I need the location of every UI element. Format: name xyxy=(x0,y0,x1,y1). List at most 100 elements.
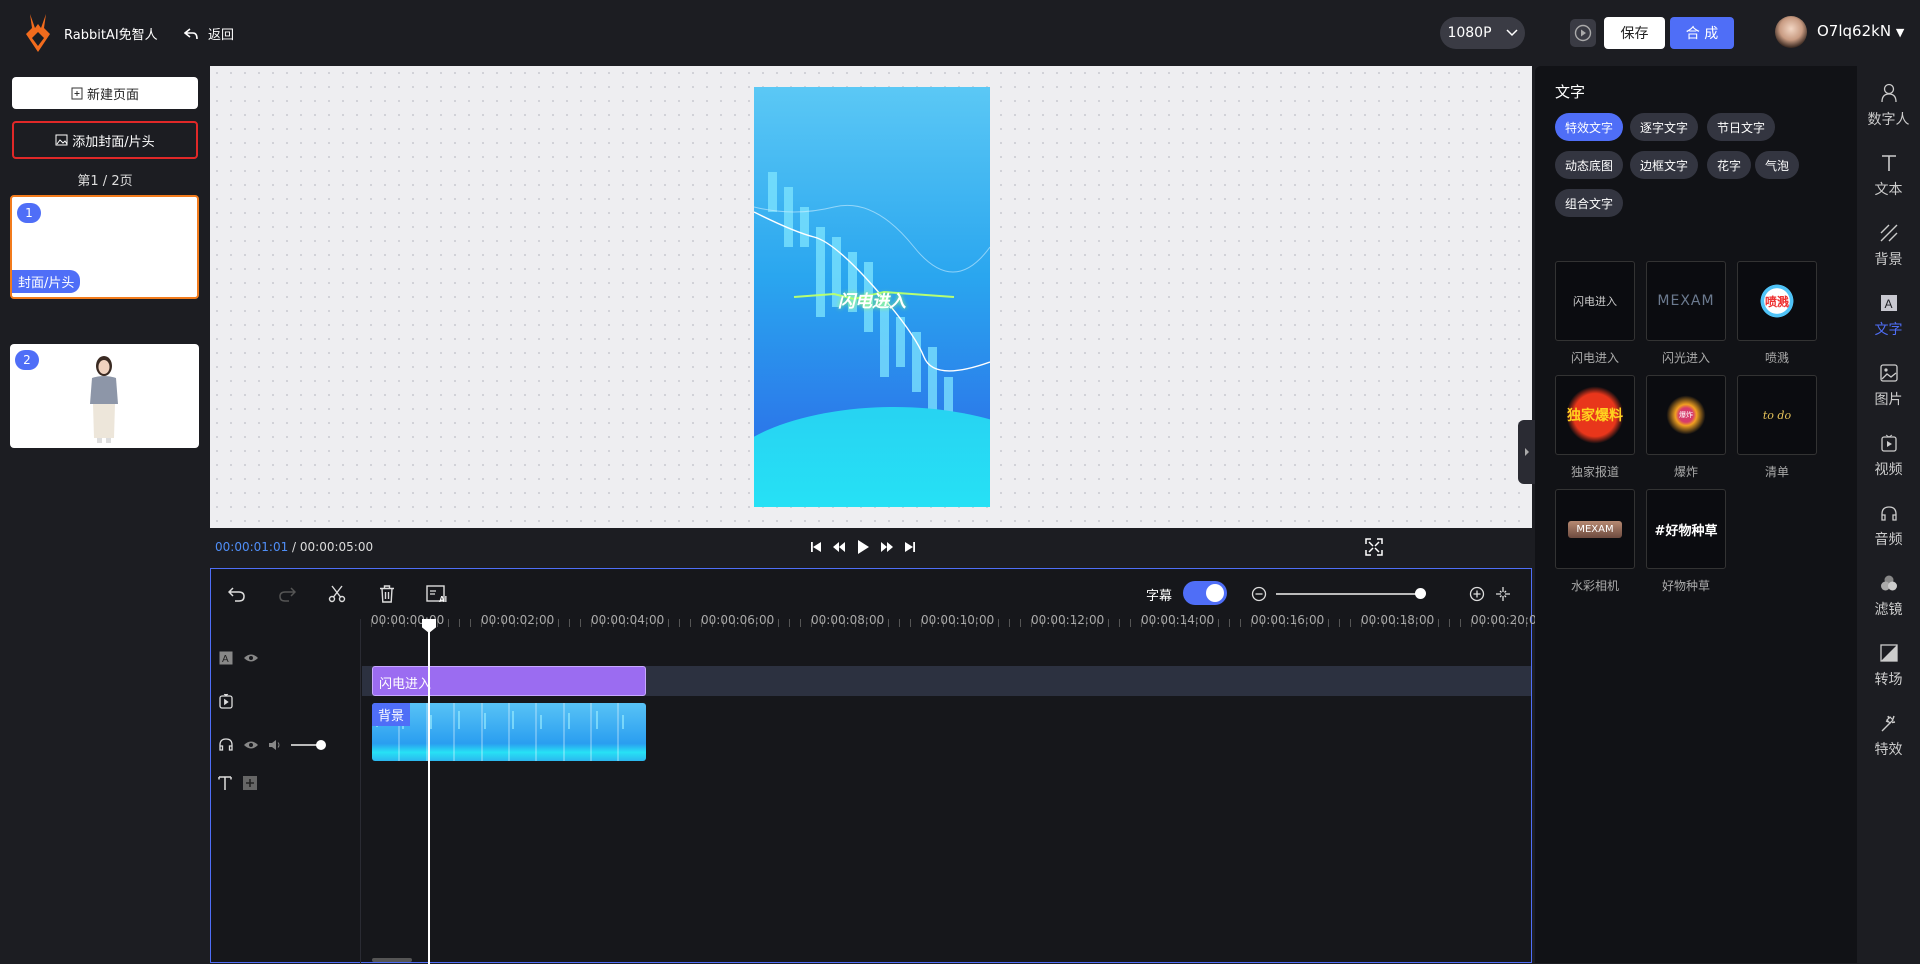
ruler-tick-label: 00:00:06:00 xyxy=(701,613,775,627)
nav-item-label: 特效 xyxy=(1874,742,1903,758)
nav-item-label: 文字 xyxy=(1874,322,1903,338)
step-back-icon[interactable] xyxy=(832,541,846,553)
text-clip[interactable]: 闪电进入 xyxy=(372,666,646,696)
resolution-select[interactable]: 1080P xyxy=(1440,17,1525,49)
effect-card-label: 独家报道 xyxy=(1570,465,1619,479)
video-title-text[interactable]: 闪电进入 xyxy=(754,287,990,312)
category-chip[interactable]: 逐字文字 xyxy=(1630,113,1699,141)
back-label: 返回 xyxy=(208,28,235,43)
page-thumbnail-2[interactable]: 2 xyxy=(10,344,199,448)
cover-tag: 封面/片头 xyxy=(12,270,81,293)
background-clip-frames xyxy=(376,703,624,761)
compose-button[interactable]: 合 成 xyxy=(1670,17,1734,49)
category-chip[interactable]: 动态底图 xyxy=(1555,151,1624,179)
add-text-track-icon[interactable] xyxy=(243,776,257,790)
current-time: 00:00:01:01 xyxy=(215,540,289,554)
category-chip[interactable]: 花字 xyxy=(1707,151,1752,179)
skip-end-icon[interactable] xyxy=(904,541,916,553)
volume-handle[interactable] xyxy=(316,740,326,750)
time-ruler[interactable]: 00:00:00:00 00:00:02:00 00:00:04:00 00:00:0… xyxy=(211,569,1544,659)
skip-start-icon[interactable] xyxy=(810,541,822,553)
nav-item-label: 转场 xyxy=(1874,672,1903,688)
category-chip[interactable]: 节日文字 xyxy=(1707,113,1776,141)
wave-shape xyxy=(754,407,990,507)
app-name: RabbitAI免智人 xyxy=(64,28,158,43)
nav-item[interactable]: 背景 xyxy=(1857,216,1920,276)
presenter-figure xyxy=(90,356,118,443)
back-button[interactable]: 返回 xyxy=(184,24,234,43)
effect-card[interactable]: 喷溅 xyxy=(1737,261,1817,341)
fullscreen-icon[interactable] xyxy=(1365,538,1383,556)
effect-card[interactable]: MEXAM xyxy=(1646,261,1726,341)
effect-card[interactable]: 独家爆料 xyxy=(1555,375,1635,455)
page-thumbnail-1[interactable]: 1 封面/片头 xyxy=(10,195,199,299)
nav-item[interactable]: 图片 xyxy=(1857,356,1920,416)
preview-play-button[interactable] xyxy=(1570,19,1596,47)
filter-icon xyxy=(1880,575,1897,591)
nav-item-label: 滤镜 xyxy=(1874,602,1903,618)
category-chip[interactable]: 气泡 xyxy=(1755,151,1800,179)
effect-card-label: 好物种草 xyxy=(1661,579,1710,593)
step-forward-icon[interactable] xyxy=(880,541,894,553)
panel-collapse-button[interactable] xyxy=(1518,420,1535,484)
effect-card[interactable]: 爆炸 xyxy=(1646,375,1726,455)
ruler-tick-label: 00:00:14:00 xyxy=(1141,613,1215,627)
nav-item[interactable]: 文本 xyxy=(1857,146,1920,206)
effect-card-label: 喷溅 xyxy=(1764,351,1789,365)
nav-item[interactable]: A 文字 xyxy=(1857,286,1920,346)
nav-item[interactable]: 转场 xyxy=(1857,636,1920,696)
nav-item[interactable]: 特效 xyxy=(1857,706,1920,766)
effect-preview-text: 爆炸 xyxy=(1661,390,1711,440)
page-count: 第1 / 2页 xyxy=(77,174,133,189)
back-arrow-icon xyxy=(184,27,198,39)
tool-nav: 数字人文本背景 A 文字图片视频音频滤镜转场特效 xyxy=(1857,66,1920,963)
volume-slider[interactable] xyxy=(291,744,319,746)
effect-card[interactable]: MEXAM xyxy=(1555,489,1635,569)
nav-item[interactable]: 音频 xyxy=(1857,496,1920,556)
category-chip[interactable]: 组合文字 xyxy=(1555,189,1624,217)
ruler-tick-label: 00:00:10:00 xyxy=(921,613,995,627)
effect-card[interactable]: to do xyxy=(1737,375,1817,455)
effect-card[interactable]: 闪电进入 xyxy=(1555,261,1635,341)
new-page-button[interactable]: 新建页面 xyxy=(12,77,198,109)
font-icon: A xyxy=(1880,295,1897,311)
ruler-tick-label: 00:00:20:00 xyxy=(1471,613,1545,627)
effect-preview-text: MEXAM xyxy=(1657,293,1715,309)
rabbit-logo-icon xyxy=(26,14,50,52)
eye-icon[interactable] xyxy=(243,740,259,750)
transition-icon xyxy=(1879,644,1898,662)
background-clip[interactable]: 背景 xyxy=(372,703,646,761)
nav-item[interactable]: 视频 xyxy=(1857,426,1920,486)
add-cover-label: 添加封面/片头 xyxy=(72,134,155,150)
nav-item[interactable]: 滤镜 xyxy=(1857,566,1920,626)
nav-item[interactable]: 数字人 xyxy=(1857,76,1920,136)
nav-item-label: 文本 xyxy=(1874,182,1903,198)
category-chip[interactable]: 边框文字 xyxy=(1630,151,1699,179)
video-frame[interactable]: 闪电进入 xyxy=(754,87,990,507)
effect-card-label: 清单 xyxy=(1764,465,1789,479)
ruler-tick-label: 00:00:16:00 xyxy=(1251,613,1325,627)
background-icon xyxy=(1880,224,1897,242)
save-button[interactable]: 保存 xyxy=(1604,17,1665,49)
nav-item-label: 数字人 xyxy=(1867,112,1910,128)
text-icon xyxy=(1881,155,1896,171)
volume-icon[interactable] xyxy=(268,739,282,751)
timeline-scrollbar[interactable] xyxy=(372,958,412,962)
top-bar: RabbitAI免智人 返回 1080P 保存 合 成 O7lq62kN ▼ xyxy=(0,0,1920,66)
preview-canvas: 闪电进入 xyxy=(210,66,1532,528)
effect-card[interactable]: #好物种草 xyxy=(1646,489,1726,569)
text-effects-panel: 文字 特效文字 逐字文字 节日文字 动态底图 边框文字 花字 气泡 组合文字 闪电进入 闪电进入… xyxy=(1535,66,1857,963)
add-cover-button[interactable]: 添加封面/片头 xyxy=(12,121,198,159)
ruler-tick-label: 00:00:08:00 xyxy=(811,613,885,627)
ruler-tick-label: 00:00:04:00 xyxy=(591,613,665,627)
time-separator: / xyxy=(288,540,300,554)
resolution-value: 1080P xyxy=(1447,25,1492,41)
effect-preview-text: 闪电进入 xyxy=(1573,295,1617,308)
playhead[interactable] xyxy=(428,619,430,964)
avatar[interactable] xyxy=(1775,16,1807,48)
effect-card-label: 爆炸 xyxy=(1673,465,1698,479)
user-menu[interactable]: O7lq62kN ▼ xyxy=(1817,22,1904,40)
timecode: 00:00:01:01 / 00:00:05:00 xyxy=(215,540,373,554)
category-chip[interactable]: 特效文字 xyxy=(1555,113,1624,141)
play-icon[interactable] xyxy=(856,539,870,555)
